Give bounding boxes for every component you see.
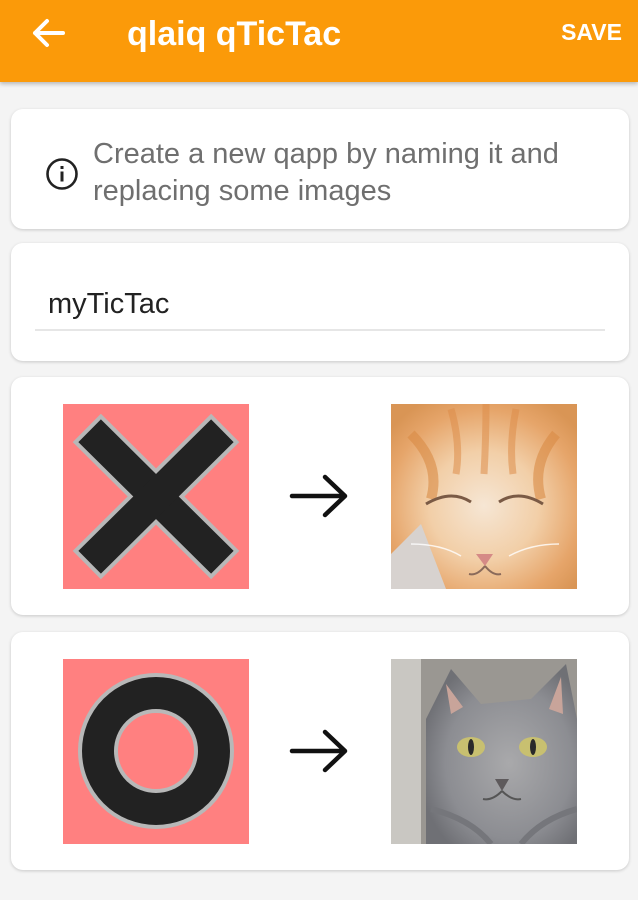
gray-cat-photo[interactable] (391, 659, 577, 844)
info-card: Create a new qapp by naming it and repla… (11, 109, 629, 229)
image-replacement-x (11, 377, 629, 615)
info-circle-icon (46, 158, 78, 190)
arrow-left-icon (33, 19, 65, 47)
o-symbol-tile[interactable] (63, 659, 249, 844)
orange-cat-photo[interactable] (391, 404, 577, 589)
arrow-right-icon (289, 729, 348, 773)
image-replacement-o (11, 632, 629, 870)
info-message: Create a new qapp by naming it and repla… (93, 138, 559, 207)
back-button[interactable] (26, 13, 70, 53)
o-symbol-icon (78, 673, 234, 829)
x-symbol-icon (72, 413, 240, 580)
app-bar: qlaiq qTicTac SAVE (0, 0, 638, 82)
x-symbol-tile[interactable] (63, 404, 249, 589)
name-card (11, 243, 629, 361)
arrow-right-icon (289, 474, 348, 518)
save-button[interactable]: SAVE (561, 14, 622, 50)
qapp-name-input[interactable] (35, 285, 605, 331)
app-title: qlaiq qTicTac (127, 15, 342, 53)
